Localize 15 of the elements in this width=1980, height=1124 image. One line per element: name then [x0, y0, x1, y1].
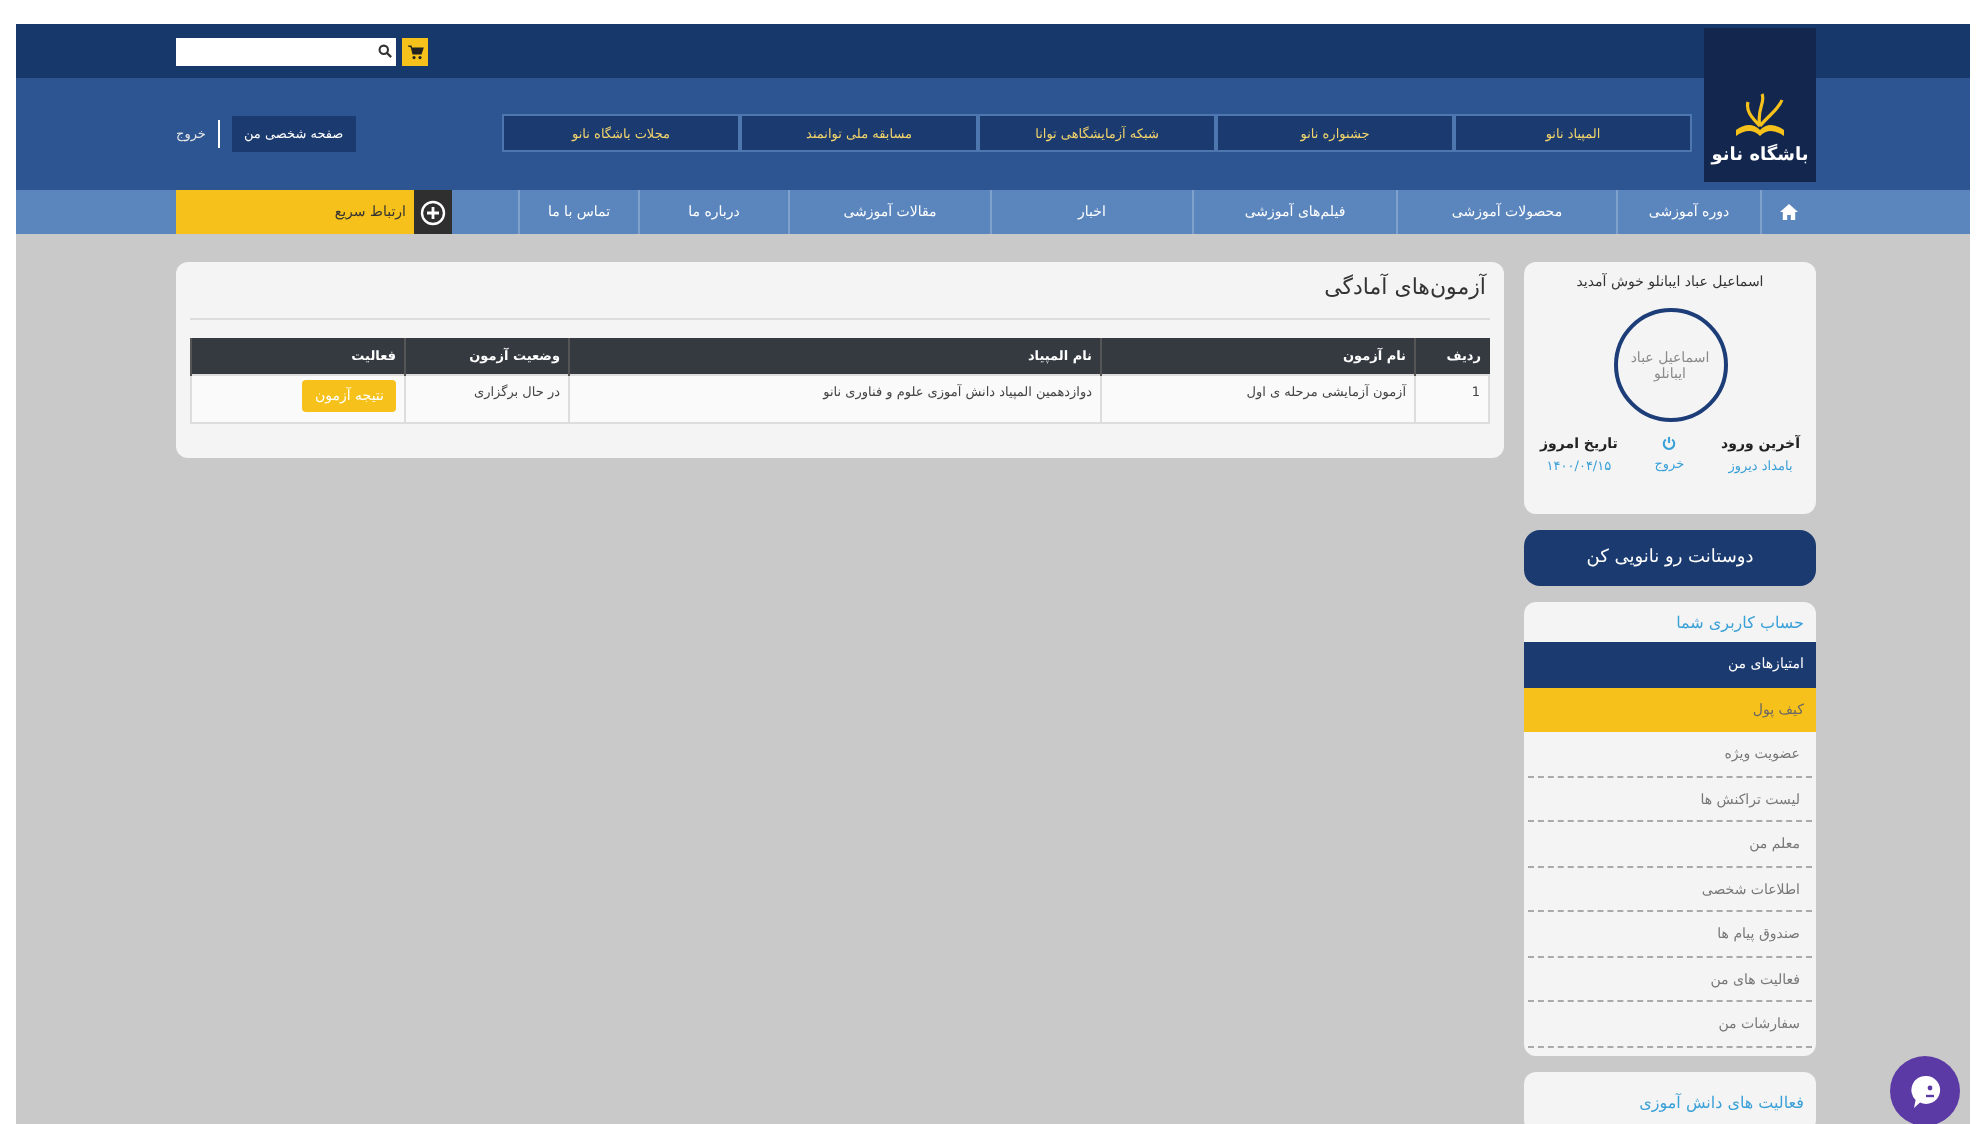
activities-title: فعالیت های دانش آموزی	[1639, 1093, 1804, 1111]
plus-icon	[420, 199, 446, 225]
logo-book-icon	[1730, 90, 1790, 142]
search-icon	[378, 44, 392, 58]
exams-title: آزمون‌های آمادگی	[190, 274, 1490, 320]
search-field[interactable]	[176, 37, 396, 65]
power-icon[interactable]	[1662, 436, 1677, 450]
logo-text: باشگاه نانو	[1711, 146, 1809, 166]
invite-button[interactable]: دوستانت رو نانویی کن	[1524, 530, 1816, 586]
plus-button[interactable]	[414, 190, 452, 234]
chat-bubble-icon	[1907, 1073, 1943, 1109]
cart-button[interactable]	[402, 37, 428, 65]
site-logo[interactable]: باشگاه نانو	[1704, 28, 1816, 182]
cart-icon	[407, 43, 423, 59]
account-title: حساب کاربری شما	[1674, 612, 1806, 636]
